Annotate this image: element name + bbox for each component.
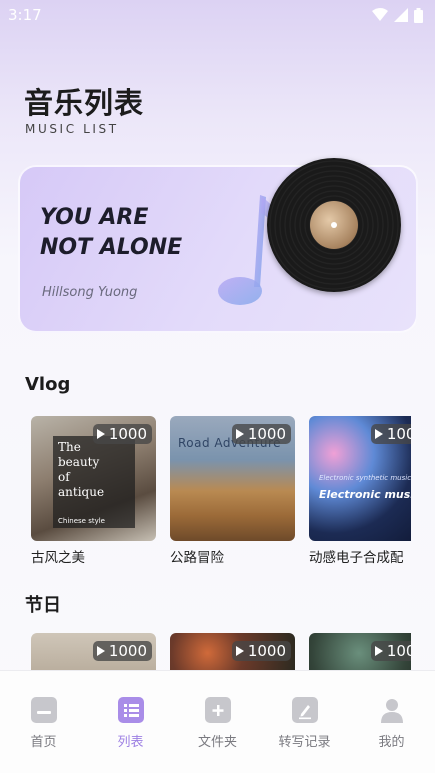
- nav-item-transcripts[interactable]: 转写记录: [270, 697, 340, 773]
- vinyl-hole: [331, 222, 337, 228]
- play-count: 1000: [386, 642, 411, 660]
- nav-label: 列表: [117, 735, 144, 750]
- section-title-vlog: Vlog: [25, 374, 71, 395]
- folder-icon: [204, 697, 231, 723]
- play-count: 1000: [386, 425, 411, 443]
- list-icon: [117, 697, 144, 723]
- play-count-badge: 1000: [231, 641, 291, 661]
- thumb-text-line: antique: [58, 485, 105, 499]
- play-icon: [96, 646, 105, 656]
- status-bar: 3:17: [0, 0, 435, 30]
- banner-title-line2: NOT ALONE: [40, 235, 183, 260]
- nav-item-list[interactable]: 列表: [96, 697, 166, 773]
- play-count: 1000: [108, 425, 147, 443]
- vinyl-record: [267, 158, 401, 292]
- nav-label: 我的: [378, 735, 405, 750]
- nav-item-home[interactable]: 首页: [9, 697, 79, 773]
- page-title: 音乐列表: [24, 86, 145, 120]
- card-name: 公路冒险: [170, 550, 224, 566]
- play-count-badge: 1000: [370, 641, 411, 661]
- section-title-holiday: 节日: [25, 595, 61, 616]
- nav-label: 转写记录: [278, 735, 331, 750]
- card-thumbnail: Road Adventure 1000: [170, 416, 295, 541]
- status-icons: [372, 7, 423, 23]
- play-icon: [374, 429, 383, 439]
- card-thumbnail: 1000: [170, 633, 295, 673]
- home-icon: [30, 697, 57, 723]
- battery-icon: [414, 7, 423, 23]
- status-time: 3:17: [8, 6, 42, 24]
- play-count-badge: 1000: [92, 641, 152, 661]
- play-icon: [96, 429, 105, 439]
- holiday-row: 1000 1000 1000: [31, 633, 411, 673]
- signal-icon: [394, 8, 408, 22]
- play-icon: [235, 429, 244, 439]
- vlog-row: The beauty of antique Chinese style 1000…: [31, 416, 411, 566]
- play-count-badge: 1000: [92, 424, 152, 444]
- banner-artist: Hillsong Yuong: [42, 285, 138, 300]
- card-thumbnail: The beauty of antique Chinese style 1000: [31, 416, 156, 541]
- play-count-badge: 1000: [370, 424, 411, 444]
- nav-label: 文件夹: [197, 735, 237, 750]
- vlog-card[interactable]: Road Adventure 1000 公路冒险: [170, 416, 295, 566]
- thumb-text-line: beauty: [58, 455, 100, 469]
- thumbnail-caption: Electronic music: [319, 488, 411, 501]
- vlog-card[interactable]: Electronic synthetic music Electronic mu…: [309, 416, 411, 566]
- thumbnail-caption: The beauty of antique Chinese style: [53, 436, 135, 528]
- bottom-nav: 首页 列表 文件夹 转写记录 我的: [0, 670, 435, 773]
- nav-item-profile[interactable]: 我的: [357, 697, 427, 773]
- thumb-text-line: of: [58, 470, 70, 484]
- holiday-card[interactable]: 1000: [309, 633, 411, 673]
- page-subtitle: MUSIC LIST: [25, 122, 119, 136]
- play-icon: [235, 646, 244, 656]
- edit-icon: [291, 697, 318, 723]
- nav-label: 首页: [30, 735, 57, 750]
- vlog-card[interactable]: The beauty of antique Chinese style 1000…: [31, 416, 156, 566]
- thumb-subtext: Electronic synthetic music: [319, 474, 411, 482]
- thumb-subtext: Chinese style: [58, 517, 105, 525]
- play-count: 1000: [247, 642, 286, 660]
- play-count-badge: 1000: [231, 424, 291, 444]
- card-name: 动感电子合成配: [309, 550, 404, 566]
- nav-item-folder[interactable]: 文件夹: [183, 697, 253, 773]
- holiday-card[interactable]: 1000: [170, 633, 295, 673]
- wifi-icon: [372, 8, 388, 21]
- play-count: 1000: [247, 425, 286, 443]
- banner-title-line1: YOU ARE: [40, 205, 149, 230]
- play-icon: [374, 646, 383, 656]
- person-icon: [379, 697, 405, 723]
- card-thumbnail: 1000: [309, 633, 411, 673]
- play-count: 1000: [108, 642, 147, 660]
- card-name: 古风之美: [31, 550, 85, 566]
- holiday-card[interactable]: 1000: [31, 633, 156, 673]
- card-thumbnail: 1000: [31, 633, 156, 673]
- card-thumbnail: Electronic synthetic music Electronic mu…: [309, 416, 411, 541]
